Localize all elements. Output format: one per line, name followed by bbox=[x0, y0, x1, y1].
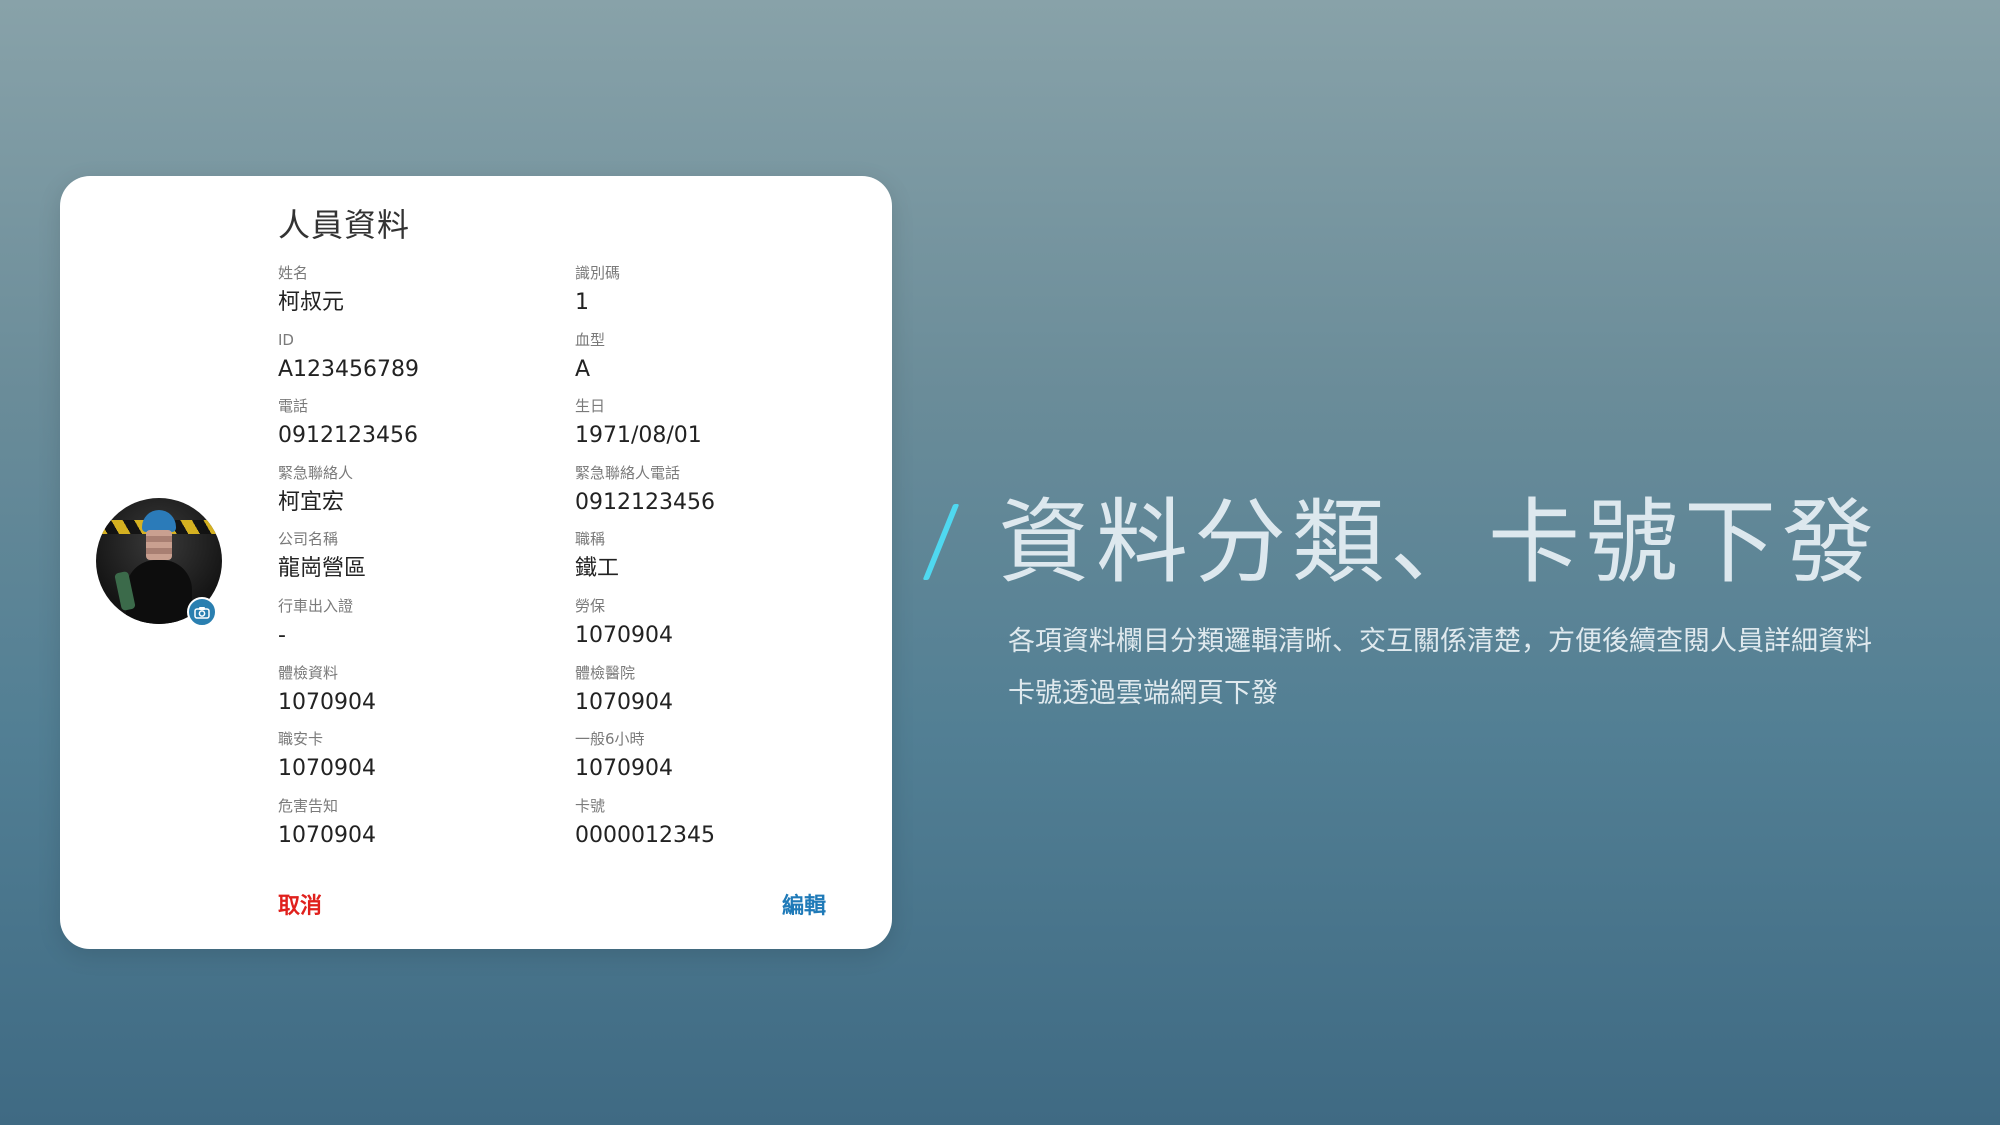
field-value: 1971/08/01 bbox=[575, 423, 702, 448]
field-health-check: 體檢資料 1070904 bbox=[278, 664, 558, 718]
field-name: 姓名 柯叔元 bbox=[278, 264, 558, 318]
field-label: 危害告知 bbox=[278, 797, 339, 815]
helmet-shape bbox=[142, 510, 176, 532]
field-label: 體檢資料 bbox=[278, 664, 339, 682]
field-hazard-notice: 危害告知 1070904 bbox=[278, 797, 558, 851]
field-phone: 電話 0912123456 bbox=[278, 397, 558, 451]
field-labor-insurance: 勞保 1070904 bbox=[575, 597, 855, 651]
field-value: 0000012345 bbox=[575, 823, 715, 848]
field-label: 體檢醫院 bbox=[575, 664, 636, 682]
accent-slash bbox=[922, 504, 960, 580]
feature-desc-line-1: 各項資料欄目分類邏輯清晰、交互關係清楚，方便後續查閱人員詳細資料 bbox=[1008, 626, 1872, 657]
field-label: 姓名 bbox=[278, 264, 309, 282]
field-value: - bbox=[278, 623, 286, 648]
field-label: 電話 bbox=[278, 397, 309, 415]
field-value: A123456789 bbox=[278, 357, 420, 382]
field-label: 識別碼 bbox=[575, 264, 621, 282]
field-birthday: 生日 1971/08/01 bbox=[575, 397, 855, 451]
field-company: 公司名稱 龍崗營區 bbox=[278, 530, 558, 584]
field-label: 行車出入證 bbox=[278, 597, 354, 615]
field-label: 緊急聯絡人 bbox=[278, 464, 354, 482]
field-vehicle-pass: 行車出入證 - bbox=[278, 597, 558, 651]
field-label: 職安卡 bbox=[278, 730, 324, 748]
field-safety-card: 職安卡 1070904 bbox=[278, 730, 558, 784]
field-label: 公司名稱 bbox=[278, 530, 339, 548]
field-identifier: 識別碼 1 bbox=[575, 264, 855, 318]
field-value: 龍崗營區 bbox=[278, 556, 367, 581]
field-label: 緊急聯絡人電話 bbox=[575, 464, 681, 482]
body-shape bbox=[126, 560, 192, 624]
camera-icon[interactable] bbox=[187, 597, 217, 627]
field-card-number: 卡號 0000012345 bbox=[575, 797, 855, 851]
field-value: 0912123456 bbox=[575, 490, 715, 515]
field-emergency-contact: 緊急聯絡人 柯宜宏 bbox=[278, 464, 558, 518]
field-value: 0912123456 bbox=[278, 423, 418, 448]
field-value: 1070904 bbox=[575, 690, 673, 715]
field-job-title: 職稱 鐵工 bbox=[575, 530, 855, 584]
field-value: 1070904 bbox=[575, 756, 673, 781]
page-title: 人員資料 bbox=[278, 206, 411, 244]
blurred-face bbox=[146, 530, 172, 560]
field-value: 1070904 bbox=[575, 623, 673, 648]
cancel-button[interactable]: 取消 bbox=[278, 888, 322, 920]
field-value: 鐵工 bbox=[575, 556, 620, 581]
field-label: 職稱 bbox=[575, 530, 606, 548]
field-value: A bbox=[575, 357, 591, 382]
field-label: 卡號 bbox=[575, 797, 606, 815]
field-id: ID A123456789 bbox=[278, 331, 558, 385]
field-value: 柯宜宏 bbox=[278, 490, 345, 515]
field-label: 血型 bbox=[575, 331, 606, 349]
field-value: 柯叔元 bbox=[278, 290, 345, 315]
field-label: 勞保 bbox=[575, 597, 606, 615]
field-blood-type: 血型 A bbox=[575, 331, 855, 385]
field-label: 一般6小時 bbox=[575, 730, 645, 748]
field-label: 生日 bbox=[575, 397, 606, 415]
field-value: 1070904 bbox=[278, 690, 376, 715]
field-health-hospital: 體檢醫院 1070904 bbox=[575, 664, 855, 718]
field-value: 1070904 bbox=[278, 823, 376, 848]
field-label: ID bbox=[278, 331, 294, 349]
field-value: 1 bbox=[575, 290, 589, 315]
feature-title: 資料分類、卡號下發 bbox=[998, 489, 1881, 596]
personnel-info-card: 人員資料 姓名 柯叔元 ID A123456789 電話 0912123456 … bbox=[60, 176, 892, 949]
field-value: 1070904 bbox=[278, 756, 376, 781]
feature-desc-line-2: 卡號透過雲端網頁下發 bbox=[1008, 678, 1278, 709]
feature-description: 各項資料欄目分類邏輯清晰、交互關係清楚，方便後續查閱人員詳細資料 卡號透過雲端網… bbox=[1008, 616, 1872, 720]
field-emergency-phone: 緊急聯絡人電話 0912123456 bbox=[575, 464, 855, 518]
field-general-6h: 一般6小時 1070904 bbox=[575, 730, 855, 784]
edit-button[interactable]: 編輯 bbox=[782, 888, 826, 920]
